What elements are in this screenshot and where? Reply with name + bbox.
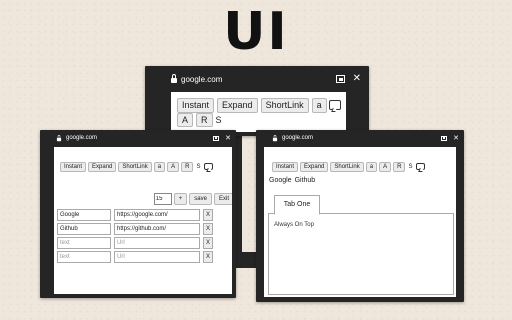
name-field[interactable]: Github — [57, 223, 111, 235]
lock-icon — [56, 134, 62, 142]
lowercase-a-button[interactable]: a — [153, 162, 166, 172]
tab-content-text: Always On Top — [274, 222, 314, 228]
tab-panel: Always On Top — [268, 213, 454, 295]
picture-in-picture-icon[interactable] — [335, 75, 345, 83]
browser-window-left: google.com ✕ Instant Expand ShortLink a A R S … — [40, 130, 236, 298]
table-row: Google https://google.com/ X — [57, 209, 213, 221]
domain-label: google.com — [66, 135, 98, 141]
delete-row-button[interactable]: X — [203, 209, 213, 221]
frame-connector — [236, 252, 258, 268]
table-row: text Url X — [57, 237, 213, 249]
delete-row-button[interactable]: X — [203, 251, 213, 263]
url-field[interactable]: Url — [114, 237, 200, 249]
frame-connector — [236, 136, 242, 252]
instant-button[interactable]: Instant — [272, 162, 299, 172]
window-titlebar: google.com ✕ — [145, 66, 369, 92]
chat-bubble-icon[interactable] — [416, 163, 426, 170]
tab-one[interactable]: Tab One — [274, 195, 320, 215]
close-icon[interactable]: ✕ — [353, 74, 361, 84]
save-button[interactable]: save — [189, 193, 212, 205]
browser-window-right: google.com ✕ Instant Expand ShortLink a A R S … — [256, 130, 464, 302]
chat-bubble-icon[interactable] — [328, 100, 341, 110]
table-row: Github https://github.com/ X — [57, 223, 213, 235]
name-field[interactable]: text — [57, 251, 111, 263]
window-titlebar: google.com ✕ — [40, 130, 236, 146]
name-field[interactable]: Google — [57, 209, 111, 221]
lock-icon — [272, 134, 278, 142]
close-icon[interactable]: ✕ — [453, 134, 459, 142]
s-label[interactable]: S — [196, 162, 200, 172]
lock-icon — [171, 74, 177, 83]
r-button[interactable]: R — [393, 162, 406, 172]
link-table: Google https://google.com/ X Github http… — [57, 209, 213, 265]
instant-button[interactable]: Instant — [177, 98, 215, 113]
close-icon[interactable]: ✕ — [225, 134, 231, 142]
r-button[interactable]: R — [181, 162, 194, 172]
link-list: Google Github — [269, 177, 318, 184]
quantity-input[interactable] — [153, 193, 172, 205]
page-title: UI — [223, 2, 289, 62]
shortlink-button[interactable]: ShortLink — [330, 162, 364, 172]
increment-button[interactable]: + — [173, 193, 188, 205]
name-field[interactable]: text — [57, 237, 111, 249]
uppercase-a-button[interactable]: A — [379, 162, 392, 172]
picture-in-picture-icon[interactable] — [213, 135, 220, 141]
link-github[interactable]: Github — [295, 177, 316, 184]
chat-bubble-icon[interactable] — [204, 163, 214, 170]
lowercase-a-button[interactable]: a — [311, 98, 327, 113]
uppercase-a-button[interactable]: A — [177, 113, 194, 127]
link-google[interactable]: Google — [269, 177, 292, 184]
expand-button[interactable]: Expand — [217, 98, 258, 113]
table-row: text Url X — [57, 251, 213, 263]
r-button[interactable]: R — [196, 113, 213, 127]
shortlink-button[interactable]: ShortLink — [118, 162, 152, 172]
expand-button[interactable]: Expand — [300, 162, 329, 172]
window-content-left: InstantExpandShortLinkaARS +saveExit Goo… — [54, 147, 232, 294]
window-content-top: Instant Expand ShortLink a ARS — [171, 92, 346, 132]
window-titlebar: google.com ✕ — [256, 130, 464, 146]
window-content-right: Instant Expand ShortLink a A R S Google Github … — [264, 147, 456, 297]
url-field[interactable]: https://github.com/ — [114, 223, 200, 235]
url-field[interactable]: https://google.com/ — [114, 209, 200, 221]
delete-row-button[interactable]: X — [203, 223, 213, 235]
lowercase-a-button[interactable]: a — [365, 162, 378, 172]
delete-row-button[interactable]: X — [203, 237, 213, 249]
url-field[interactable]: Url — [114, 251, 200, 263]
shortlink-button[interactable]: ShortLink — [260, 98, 309, 113]
s-label[interactable]: S — [216, 113, 222, 127]
expand-button[interactable]: Expand — [88, 162, 117, 172]
instant-button[interactable]: Instant — [60, 162, 87, 172]
uppercase-a-button[interactable]: A — [167, 162, 180, 172]
picture-in-picture-icon[interactable] — [441, 135, 448, 141]
domain-label: google.com — [181, 74, 223, 84]
exit-button[interactable]: Exit — [213, 193, 232, 205]
s-label[interactable]: S — [408, 162, 412, 172]
domain-label: google.com — [282, 135, 314, 141]
